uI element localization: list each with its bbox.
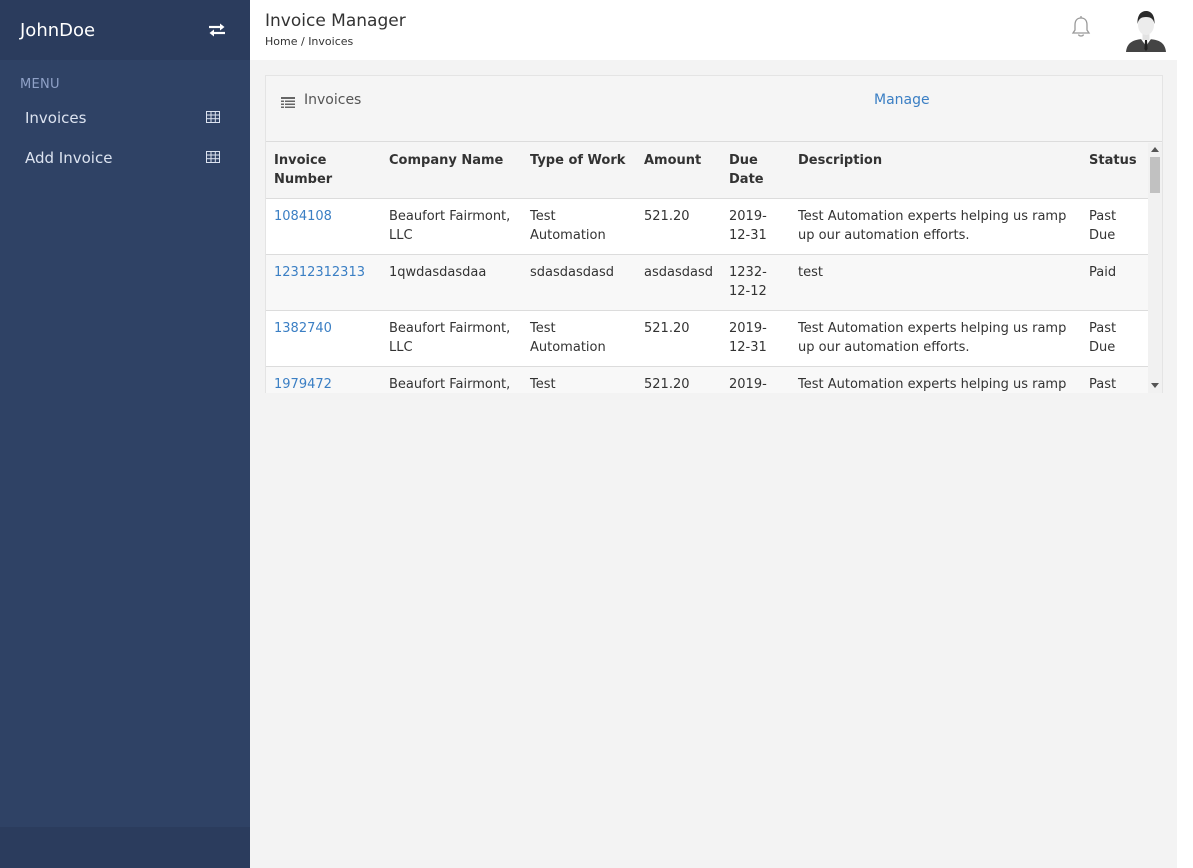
breadcrumb: Home / Invoices — [265, 35, 353, 48]
type-cell: sdasdasdasd — [522, 254, 636, 311]
column-header-type-of-work[interactable]: Type of Work — [522, 143, 636, 199]
invoice-number-cell: 1979472 — [266, 366, 381, 393]
due-date-cell: 1232-12-12 — [721, 254, 790, 311]
status-cell: Paid — [1081, 254, 1148, 311]
description-cell: Test Automation experts helping us ramp … — [790, 198, 1081, 255]
scroll-down-arrow-icon[interactable] — [1151, 383, 1159, 388]
breadcrumb-current: Invoices — [308, 35, 354, 48]
status-cell: Past Due — [1081, 310, 1148, 367]
card-title: Invoices — [304, 92, 362, 108]
top-bar: Invoice Manager Home / Invoices — [250, 0, 1177, 60]
bell-icon[interactable] — [1070, 15, 1092, 39]
type-cell: Test Automation — [522, 366, 636, 393]
column-header-invoice-number[interactable]: Invoice Number — [266, 143, 381, 199]
amount-cell: 521.20 — [636, 310, 721, 367]
amount-cell: 521.20 — [636, 198, 721, 255]
amount-cell: 521.20 — [636, 366, 721, 393]
invoice-link[interactable]: 12312312313 — [274, 265, 365, 280]
page-title: Invoice Manager — [265, 11, 406, 31]
due-date-cell: 2019-12-31 — [721, 310, 790, 367]
sidebar-item-label: Invoices — [25, 109, 87, 127]
breadcrumb-home[interactable]: Home — [265, 35, 297, 48]
scrollbar-thumb[interactable] — [1150, 157, 1160, 193]
description-cell: test — [790, 254, 1081, 311]
table-scrollbar[interactable] — [1148, 143, 1162, 393]
sidebar-item-label: Add Invoice — [25, 149, 113, 167]
invoice-link[interactable]: 1979472 — [274, 377, 332, 392]
description-cell: Test Automation experts helping us ramp … — [790, 310, 1081, 367]
brand-name: JohnDoe — [20, 19, 96, 41]
company-cell: Beaufort Fairmont, LLC — [381, 198, 522, 255]
invoices-card: Invoices Manage Invoice Number Company N… — [265, 75, 1163, 393]
avatar[interactable] — [1124, 8, 1168, 52]
invoice-number-cell: 1084108 — [266, 198, 381, 255]
sidebar: JohnDoe MENU Invoices Add Invoice — [0, 0, 250, 868]
table-row: 1382740 Beaufort Fairmont, LLC Test Auto… — [266, 310, 1148, 367]
status-cell: Past Due — [1081, 366, 1148, 393]
manage-link[interactable]: Manage — [874, 92, 930, 108]
table-row: 1084108 Beaufort Fairmont, LLC Test Auto… — [266, 198, 1148, 255]
scroll-up-arrow-icon[interactable] — [1151, 147, 1159, 152]
card-header: Invoices Manage — [266, 76, 1162, 142]
column-header-due-date[interactable]: Due Date — [721, 143, 790, 199]
invoices-table: Invoice Number Company Name Type of Work… — [266, 143, 1148, 393]
menu-heading: MENU — [20, 77, 60, 92]
invoice-link[interactable]: 1084108 — [274, 209, 332, 224]
invoice-number-cell: 1382740 — [266, 310, 381, 367]
table-header-row: Invoice Number Company Name Type of Work… — [266, 143, 1148, 199]
invoices-table-container[interactable]: Invoice Number Company Name Type of Work… — [266, 143, 1162, 393]
company-cell: Beaufort Fairmont, LLC — [381, 310, 522, 367]
table-icon — [206, 149, 220, 167]
sidebar-item-invoices[interactable]: Invoices — [0, 98, 250, 138]
invoice-link[interactable]: 1382740 — [274, 321, 332, 336]
brand-bar: JohnDoe — [0, 0, 250, 60]
table-icon — [206, 109, 220, 127]
list-icon — [281, 94, 295, 108]
company-cell: 1qwdasdasdaa — [381, 254, 522, 311]
column-header-description[interactable]: Description — [790, 143, 1081, 199]
table-row: 12312312313 1qwdasdasdaa sdasdasdasd asd… — [266, 254, 1148, 311]
swap-arrows-icon[interactable] — [204, 17, 230, 43]
description-cell: Test Automation experts helping us ramp … — [790, 366, 1081, 393]
company-cell: Beaufort Fairmont, LLC — [381, 366, 522, 393]
due-date-cell: 2019-12-31 — [721, 198, 790, 255]
sidebar-footer — [0, 827, 250, 868]
type-cell: Test Automation — [522, 310, 636, 367]
breadcrumb-separator: / — [297, 35, 309, 48]
amount-cell: asdasdasd — [636, 254, 721, 311]
table-row: 1979472 Beaufort Fairmont, LLC Test Auto… — [266, 366, 1148, 393]
due-date-cell: 2019-12-31 — [721, 366, 790, 393]
invoice-number-cell: 12312312313 — [266, 254, 381, 311]
column-header-status[interactable]: Status — [1081, 143, 1148, 199]
status-cell: Past Due — [1081, 198, 1148, 255]
type-cell: Test Automation — [522, 198, 636, 255]
column-header-company-name[interactable]: Company Name — [381, 143, 522, 199]
page-scroll-gutter — [1177, 0, 1193, 868]
column-header-amount[interactable]: Amount — [636, 143, 721, 199]
sidebar-item-add-invoice[interactable]: Add Invoice — [0, 138, 250, 178]
